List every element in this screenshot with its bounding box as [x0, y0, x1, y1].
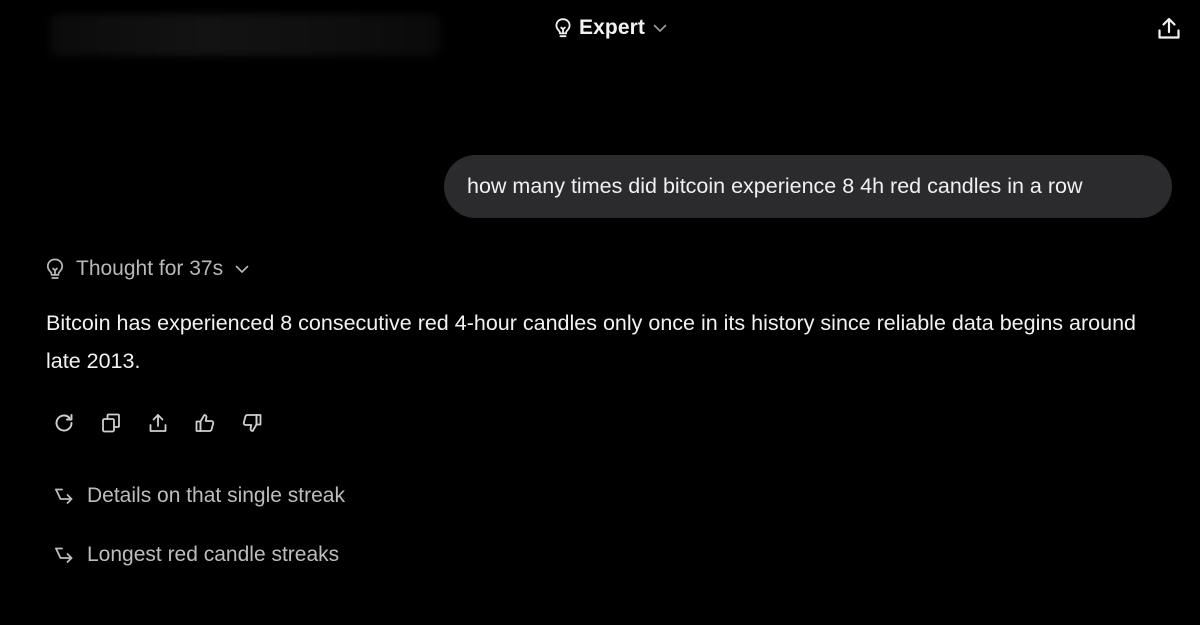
suggestion-label: Longest red candle streaks	[87, 543, 340, 566]
copy-icon	[99, 411, 123, 435]
share-conversation-button[interactable]	[1154, 14, 1184, 44]
copy-button[interactable]	[95, 407, 127, 439]
share-upload-icon	[1156, 16, 1182, 42]
follow-up-arrow-icon	[52, 543, 76, 567]
share-response-button[interactable]	[142, 407, 174, 439]
thumbs-up-button[interactable]	[189, 407, 221, 439]
chat-page: Expert how many times did bitcoin experi…	[0, 0, 1200, 625]
thumbs-down-button[interactable]	[236, 407, 268, 439]
model-label: Expert	[579, 16, 645, 39]
assistant-answer: Bitcoin has experienced 8 consecutive re…	[46, 311, 1136, 373]
thumbs-down-icon	[240, 411, 264, 435]
suggestion-label: Details on that single streak	[87, 484, 345, 507]
regenerate-button[interactable]	[48, 407, 80, 439]
thumbs-up-icon	[193, 411, 217, 435]
lightbulb-icon	[553, 17, 573, 39]
thought-toggle[interactable]: Thought for 37s	[44, 254, 251, 284]
model-selector[interactable]: Expert	[553, 12, 669, 44]
suggestion-item[interactable]: Details on that single streak	[52, 480, 345, 512]
chevron-down-icon	[651, 19, 669, 37]
lightbulb-icon	[44, 257, 66, 281]
thought-label: Thought for 37s	[76, 257, 224, 280]
user-message-text: how many times did bitcoin experience 8 …	[467, 174, 1083, 198]
follow-up-arrow-icon	[52, 484, 76, 508]
share-icon	[146, 411, 170, 435]
chevron-down-icon	[233, 260, 251, 278]
suggestion-item[interactable]: Longest red candle streaks	[52, 539, 339, 571]
response-actions	[48, 407, 283, 439]
user-message-bubble: how many times did bitcoin experience 8 …	[444, 155, 1172, 218]
regenerate-icon	[52, 411, 76, 435]
blurred-conversation-title	[50, 14, 440, 56]
